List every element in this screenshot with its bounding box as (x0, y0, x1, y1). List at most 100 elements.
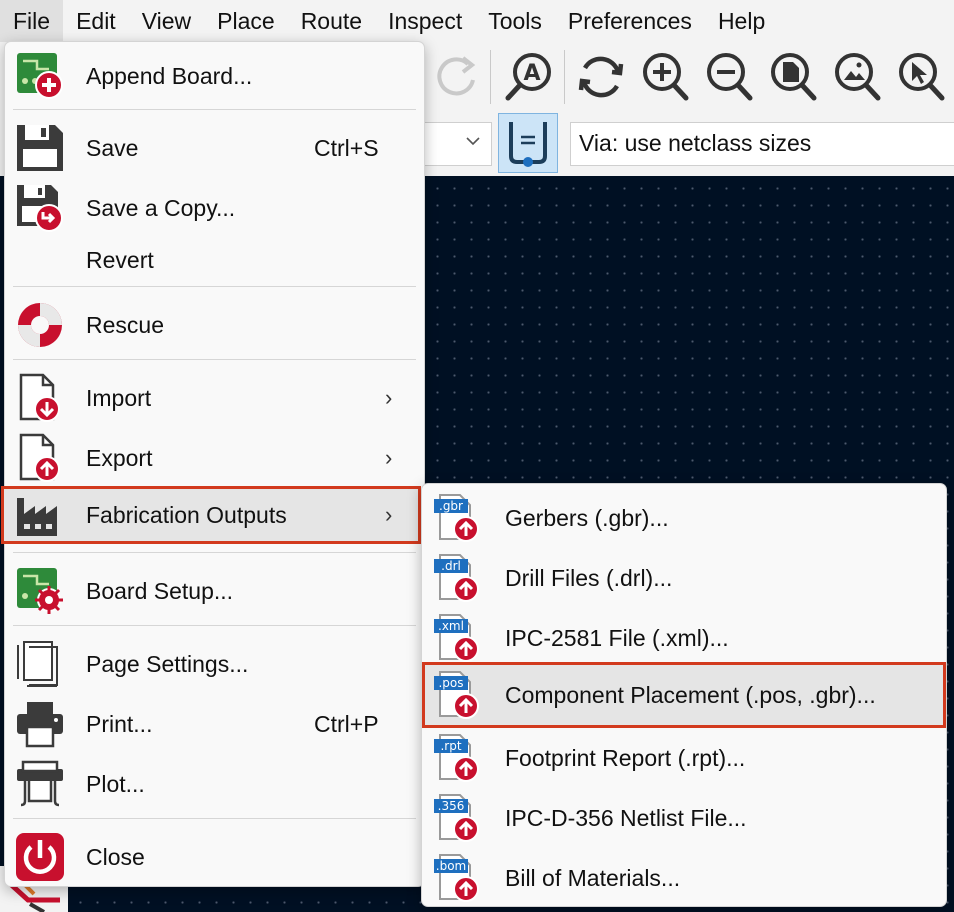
print-label: Print... (86, 710, 153, 737)
menu-bar: File Edit View Place Route Inspect Tools… (0, 0, 954, 42)
track-width-icon (509, 122, 547, 167)
print-item[interactable]: Print... Ctrl+P (5, 694, 424, 754)
revert-item[interactable]: Revert (5, 230, 424, 290)
menu-separator (13, 286, 416, 287)
submenu-arrow-icon: › (385, 445, 393, 470)
drill-files-item[interactable]: .drl Drill Files (.drl)... (422, 548, 946, 608)
ipc-2581-item[interactable]: .xml IPC-2581 File (.xml)... (422, 608, 946, 668)
menu-inspect[interactable]: Inspect (375, 0, 475, 42)
save-item[interactable]: Save Ctrl+S (5, 118, 424, 178)
import-label: Import (86, 384, 152, 411)
gerber-file-icon: .gbr (432, 493, 482, 543)
close-label: Close (86, 843, 145, 870)
auto-track-width-button[interactable] (498, 113, 558, 173)
rpt-file-icon: .rpt (432, 733, 482, 783)
net-inspector-icon[interactable]: A (502, 50, 556, 104)
plot-label: Plot... (86, 770, 145, 797)
component-placement-label: Component Placement (.pos, .gbr)... (505, 681, 876, 708)
close-item[interactable]: Close (5, 827, 424, 887)
menu-separator (13, 625, 416, 626)
component-placement-item[interactable]: .pos Component Placement (.pos, .gbr)... (422, 662, 946, 728)
board-setup-label: Board Setup... (86, 577, 234, 604)
zoom-out-icon[interactable] (702, 50, 756, 104)
ipc-d-356-item[interactable]: .356 IPC-D-356 Netlist File... (422, 788, 946, 848)
board-setup-item[interactable]: Board Setup... (5, 561, 424, 621)
import-icon (15, 373, 65, 423)
zoom-in-icon[interactable] (638, 50, 692, 104)
drill-files-label: Drill Files (.drl)... (505, 564, 673, 591)
submenu-arrow-icon: › (385, 502, 393, 527)
export-label: Export (86, 444, 153, 471)
page-settings-item[interactable]: Page Settings... (5, 634, 424, 694)
zoom-objects-icon[interactable] (830, 50, 884, 104)
printer-icon (15, 699, 65, 749)
import-item[interactable]: Import › (5, 368, 424, 428)
save-copy-item[interactable]: Save a Copy... (5, 178, 424, 238)
menu-separator (13, 552, 416, 553)
menu-route[interactable]: Route (288, 0, 375, 42)
menu-file[interactable]: File (0, 0, 64, 42)
ipc-d-356-label: IPC-D-356 Netlist File... (505, 804, 747, 831)
footprint-report-item[interactable]: .rpt Footprint Report (.rpt)... (422, 728, 946, 788)
save-label: Save (86, 134, 139, 161)
svg-text:.pos: .pos (438, 676, 463, 690)
via-size-select[interactable]: Via: use netclass sizes (570, 122, 954, 166)
print-shortcut: Ctrl+P (314, 710, 379, 737)
zoom-selection-icon[interactable] (894, 50, 948, 104)
page-settings-label: Page Settings... (86, 650, 249, 677)
append-board-item[interactable]: Append Board... (5, 46, 424, 106)
fabrication-outputs-submenu: .gbr Gerbers (.gbr)... .drl Drill Files … (421, 483, 947, 907)
menu-separator (13, 818, 416, 819)
board-setup-icon (15, 566, 65, 616)
bill-of-materials-item[interactable]: .bom Bill of Materials... (422, 848, 946, 908)
svg-text:.rpt: .rpt (440, 739, 461, 753)
chevron-down-icon (465, 133, 481, 149)
rescue-item[interactable]: Rescue (5, 295, 424, 355)
save-icon (15, 123, 65, 173)
redo-icon[interactable] (430, 50, 484, 104)
svg-text:.gbr: .gbr (439, 499, 463, 513)
toolbar-separator (490, 50, 491, 104)
drill-file-icon: .drl (432, 553, 482, 603)
menu-tools[interactable]: Tools (475, 0, 555, 42)
bom-file-icon: .bom (432, 853, 482, 903)
save-shortcut: Ctrl+S (314, 134, 379, 161)
refresh-icon[interactable] (574, 50, 628, 104)
svg-text:.xml: .xml (438, 619, 464, 633)
track-width-select[interactable] (420, 122, 492, 166)
menu-help[interactable]: Help (705, 0, 778, 42)
menu-separator (13, 359, 416, 360)
plotter-icon (15, 759, 65, 809)
menu-edit[interactable]: Edit (63, 0, 129, 42)
fabrication-outputs-item[interactable]: Fabrication Outputs › (1, 486, 421, 544)
ipc-2581-label: IPC-2581 File (.xml)... (505, 624, 729, 651)
toolbar-separator (564, 50, 565, 104)
rescue-label: Rescue (86, 311, 164, 338)
file-menu: Append Board... Save Ctrl+S Save a Copy.… (1, 41, 425, 887)
zoom-page-icon[interactable] (766, 50, 820, 104)
menu-separator (13, 109, 416, 110)
page-settings-icon (15, 639, 65, 689)
svg-text:.356: .356 (438, 799, 465, 813)
pos-file-icon: .pos (432, 670, 482, 720)
submenu-arrow-icon: › (385, 385, 393, 410)
menu-preferences[interactable]: Preferences (555, 0, 705, 42)
gerbers-label: Gerbers (.gbr)... (505, 504, 669, 531)
menu-place[interactable]: Place (204, 0, 288, 42)
append-board-label: Append Board... (86, 62, 253, 89)
svg-text:.bom: .bom (436, 859, 466, 873)
svg-text:.drl: .drl (441, 559, 461, 573)
plot-item[interactable]: Plot... (5, 754, 424, 814)
export-icon (15, 433, 65, 483)
menu-view[interactable]: View (129, 0, 204, 42)
gerbers-item[interactable]: .gbr Gerbers (.gbr)... (422, 488, 946, 548)
export-item[interactable]: Export › (5, 428, 424, 488)
rescue-icon (15, 300, 65, 350)
footprint-report-label: Footprint Report (.rpt)... (505, 744, 746, 771)
svg-text:A: A (523, 61, 540, 86)
revert-label: Revert (86, 246, 154, 273)
save-copy-icon (15, 183, 65, 233)
power-icon (15, 832, 65, 882)
append-board-icon (15, 51, 65, 101)
xml-file-icon: .xml (432, 613, 482, 663)
